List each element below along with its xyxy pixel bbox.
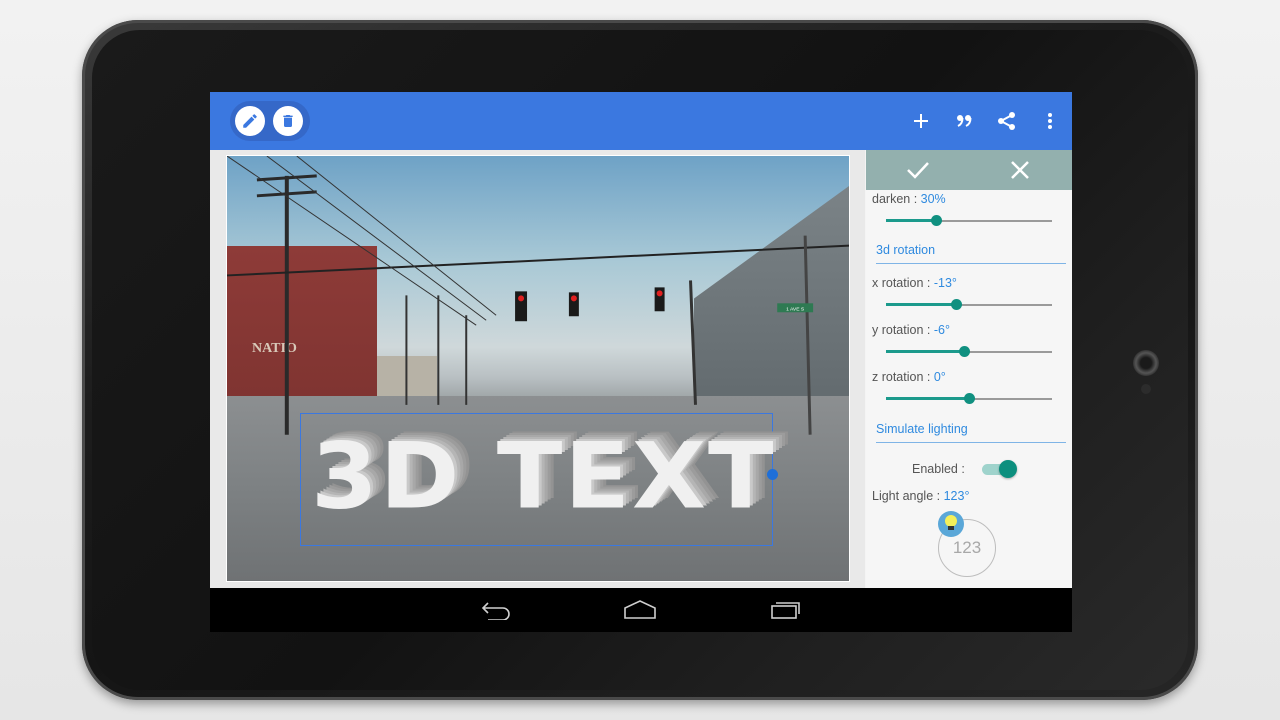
recents-icon bbox=[771, 602, 800, 619]
darken-label: darken : 30% bbox=[872, 192, 946, 206]
slider-knob[interactable] bbox=[959, 346, 971, 357]
y-rotation-label: y rotation : -6° bbox=[872, 323, 950, 337]
screen: NATIO 1 AVE S 3D TEXT darken: 30% 3d ro… bbox=[210, 92, 1072, 632]
slider-knob[interactable] bbox=[950, 299, 962, 310]
back-button[interactable] bbox=[478, 596, 514, 624]
add-button[interactable] bbox=[906, 106, 936, 136]
pencil-icon bbox=[243, 114, 257, 128]
lighting-toggle[interactable] bbox=[982, 460, 1018, 478]
section-simulate-lighting: Simulate lighting bbox=[876, 422, 1066, 443]
trash-icon bbox=[283, 115, 293, 127]
z-rotation-value: 0° bbox=[933, 370, 946, 384]
y-rotation-slider[interactable] bbox=[886, 346, 1052, 358]
dial-value: 123 bbox=[952, 538, 982, 557]
system-nav-bar bbox=[210, 588, 1072, 632]
darken-value: 30% bbox=[920, 192, 946, 206]
plus-icon bbox=[914, 114, 928, 128]
cancel-button[interactable] bbox=[1005, 155, 1035, 185]
home-button[interactable] bbox=[622, 596, 658, 624]
light-angle-value: 123° bbox=[943, 489, 970, 503]
back-icon bbox=[481, 602, 510, 620]
y-rotation-value: -6° bbox=[933, 323, 950, 337]
darken-slider[interactable] bbox=[886, 215, 1052, 227]
canvas-area: NATIO 1 AVE S 3D TEXT bbox=[210, 150, 865, 588]
app-bar bbox=[210, 92, 1072, 150]
background-photo: NATIO 1 AVE S 3D TEXT bbox=[226, 155, 850, 582]
close-icon bbox=[1011, 161, 1029, 179]
quote-icon bbox=[957, 115, 972, 127]
front-camera-icon bbox=[1133, 350, 1159, 376]
z-rotation-label: z rotation : 0° bbox=[872, 370, 946, 384]
quote-button[interactable] bbox=[949, 106, 979, 136]
slider-knob[interactable] bbox=[930, 215, 942, 226]
more-vert-icon bbox=[1048, 113, 1052, 129]
more-options-button[interactable] bbox=[1035, 106, 1065, 136]
section-3d-rotation: 3d rotation bbox=[876, 243, 1066, 264]
enabled-label: Enabled : bbox=[912, 462, 965, 476]
sensor bbox=[1141, 384, 1151, 394]
x-rotation-label: x rotation : -13° bbox=[872, 276, 957, 290]
content: NATIO 1 AVE S 3D TEXT darken: 30% 3d ro… bbox=[210, 150, 1072, 588]
recents-button[interactable] bbox=[768, 596, 804, 624]
text-object-selection[interactable]: 3D TEXT bbox=[300, 413, 778, 546]
confirm-button[interactable] bbox=[903, 155, 933, 185]
slider-knob[interactable] bbox=[964, 393, 975, 404]
x-rotation-slider[interactable] bbox=[886, 299, 1052, 311]
panel-header bbox=[866, 150, 1072, 190]
share-button[interactable] bbox=[992, 106, 1022, 136]
check-icon bbox=[907, 162, 929, 179]
lightbulb-icon bbox=[945, 515, 957, 530]
3d-text-object[interactable]: 3D TEXT bbox=[311, 423, 775, 529]
light-angle-label: Light angle : 123° bbox=[872, 489, 970, 503]
share-icon bbox=[998, 112, 1015, 130]
resize-handle[interactable] bbox=[767, 469, 778, 480]
home-icon bbox=[624, 600, 656, 619]
x-rotation-value: -13° bbox=[933, 276, 957, 290]
settings-panel: darken : 30% 3d rotation x rotation : -1… bbox=[866, 150, 1072, 588]
z-rotation-slider[interactable] bbox=[886, 393, 1052, 405]
light-source-handle[interactable] bbox=[938, 511, 964, 537]
street-sign: 1 AVE S bbox=[786, 306, 805, 312]
delete-button[interactable] bbox=[273, 106, 303, 136]
edit-button[interactable] bbox=[235, 106, 265, 136]
